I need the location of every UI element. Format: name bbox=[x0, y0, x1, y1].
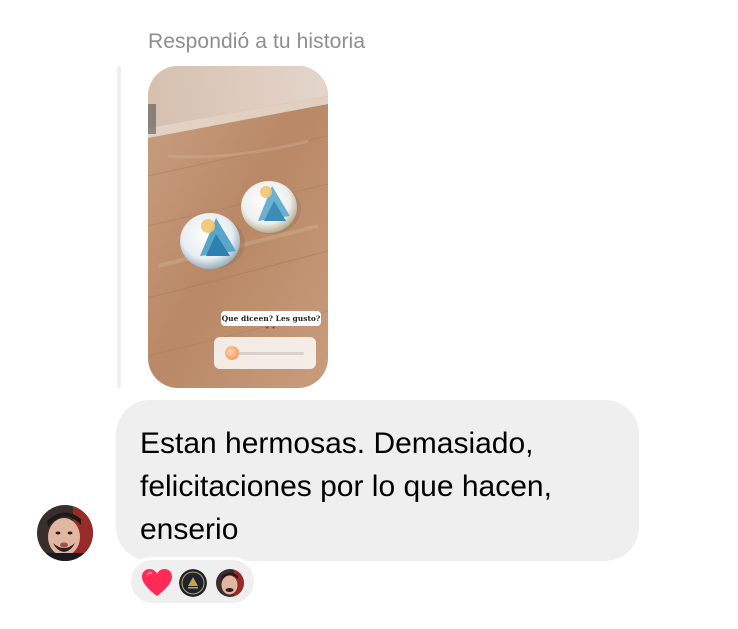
story-sticker-dots: • • bbox=[266, 325, 276, 332]
reactions-pill[interactable] bbox=[128, 557, 257, 606]
story-thumbnail[interactable]: Que diceen? Les gusto? • • bbox=[148, 66, 328, 388]
slider-track bbox=[230, 352, 304, 355]
message-bubble[interactable]: Estan hermosas. Demasiado, felicitacione… bbox=[116, 400, 639, 561]
story-emoji-slider bbox=[214, 337, 316, 369]
slider-emoji-icon bbox=[225, 346, 239, 360]
user-avatar-icon bbox=[37, 505, 93, 561]
reply-quote-bar bbox=[117, 66, 121, 388]
heart-icon bbox=[142, 569, 172, 596]
reply-context-label: Respondió a tu historia bbox=[148, 30, 366, 53]
story-question-sticker: Que diceen? Les gusto? bbox=[221, 311, 321, 326]
reactor-avatar-photo-icon bbox=[216, 569, 244, 597]
reactor-avatar-logo-icon bbox=[179, 569, 207, 597]
message-text: Estan hermosas. Demasiado, felicitacione… bbox=[140, 427, 552, 546]
sender-avatar[interactable] bbox=[37, 505, 93, 561]
